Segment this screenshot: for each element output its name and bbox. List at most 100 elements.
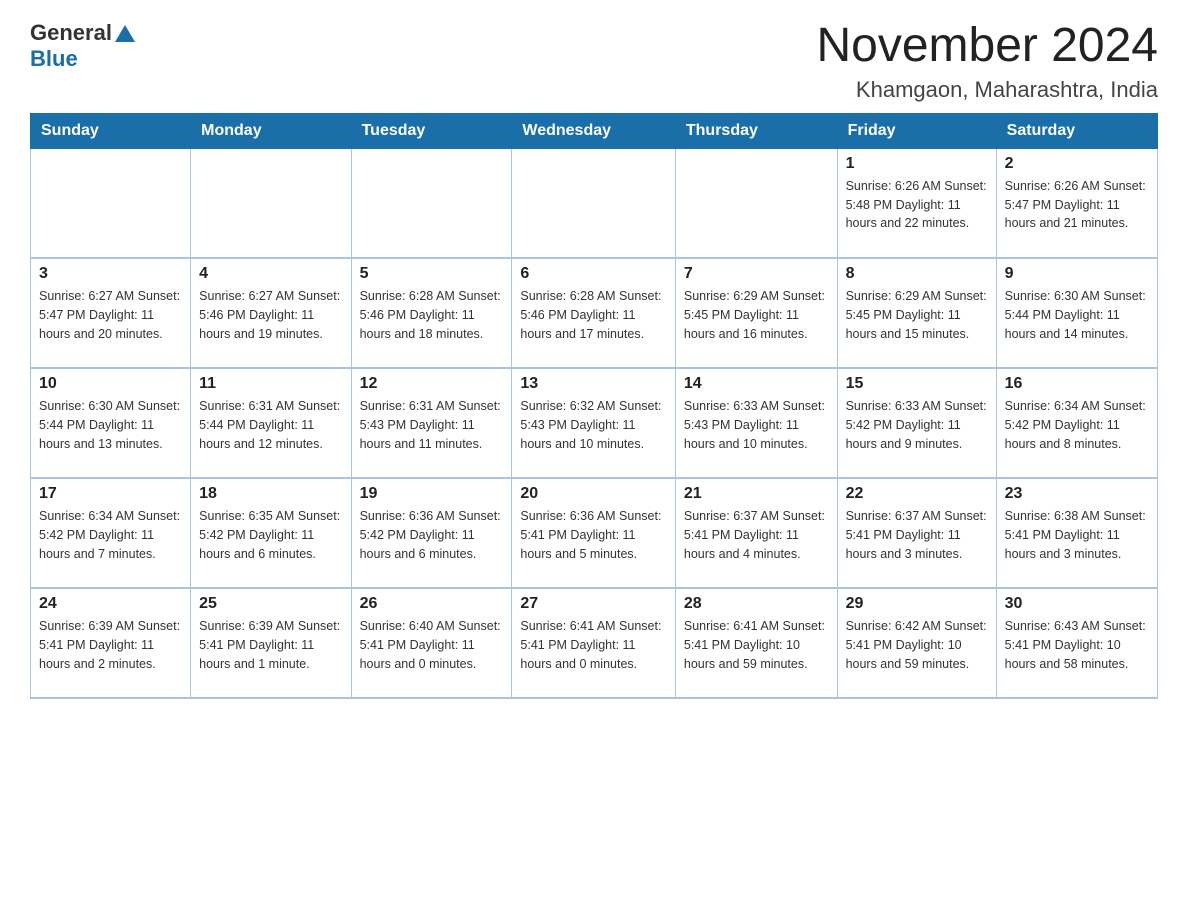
day-detail: Sunrise: 6:41 AM Sunset: 5:41 PM Dayligh… bbox=[684, 617, 829, 673]
calendar-cell: 1 Sunrise: 6:26 AM Sunset: 5:48 PM Daylig… bbox=[837, 148, 996, 258]
day-detail: Sunrise: 6:33 AM Sunset: 5:42 PM Dayligh… bbox=[846, 397, 988, 453]
day-detail: Sunrise: 6:32 AM Sunset: 5:43 PM Dayligh… bbox=[520, 397, 666, 453]
day-number: 26 bbox=[360, 595, 504, 613]
day-number: 2 bbox=[1005, 155, 1149, 173]
calendar-cell: 19 Sunrise: 6:36 AM Sunset: 5:42 PM Dayli… bbox=[351, 478, 512, 588]
day-detail: Sunrise: 6:37 AM Sunset: 5:41 PM Dayligh… bbox=[846, 507, 988, 563]
calendar-cell: 22 Sunrise: 6:37 AM Sunset: 5:41 PM Dayli… bbox=[837, 478, 996, 588]
day-detail: Sunrise: 6:31 AM Sunset: 5:43 PM Dayligh… bbox=[360, 397, 504, 453]
day-detail: Sunrise: 6:42 AM Sunset: 5:41 PM Dayligh… bbox=[846, 617, 988, 673]
day-number: 10 bbox=[39, 375, 182, 393]
title-block: November 2024 Khamgaon, Maharashtra, Ind… bbox=[816, 20, 1158, 103]
day-detail: Sunrise: 6:34 AM Sunset: 5:42 PM Dayligh… bbox=[1005, 397, 1149, 453]
calendar-header-row: SundayMondayTuesdayWednesdayThursdayFrid… bbox=[31, 113, 1158, 148]
day-number: 7 bbox=[684, 265, 829, 283]
calendar-cell: 20Sunrise: 6:36 AM Sunset: 5:41 PM Dayli… bbox=[512, 478, 675, 588]
day-detail: Sunrise: 6:28 AM Sunset: 5:46 PM Dayligh… bbox=[360, 287, 504, 343]
calendar-cell: 15 Sunrise: 6:33 AM Sunset: 5:42 PM Dayli… bbox=[837, 368, 996, 478]
day-detail: Sunrise: 6:26 AM Sunset: 5:48 PM Dayligh… bbox=[846, 177, 988, 233]
day-number: 15 bbox=[846, 375, 988, 393]
day-detail: Sunrise: 6:30 AM Sunset: 5:44 PM Dayligh… bbox=[1005, 287, 1149, 343]
calendar-cell: 7 Sunrise: 6:29 AM Sunset: 5:45 PM Daylig… bbox=[675, 258, 837, 368]
day-number: 21 bbox=[684, 485, 829, 503]
page-header: General Blue November 2024 Khamgaon, Mah… bbox=[30, 20, 1158, 103]
calendar-cell: 18Sunrise: 6:35 AM Sunset: 5:42 PM Dayli… bbox=[191, 478, 351, 588]
day-detail: Sunrise: 6:28 AM Sunset: 5:46 PM Dayligh… bbox=[520, 287, 666, 343]
day-number: 14 bbox=[684, 375, 829, 393]
calendar-cell bbox=[191, 148, 351, 258]
day-number: 3 bbox=[39, 265, 182, 283]
day-detail: Sunrise: 6:36 AM Sunset: 5:41 PM Dayligh… bbox=[520, 507, 666, 563]
day-number: 8 bbox=[846, 265, 988, 283]
day-detail: Sunrise: 6:27 AM Sunset: 5:46 PM Dayligh… bbox=[199, 287, 342, 343]
calendar-cell: 30 Sunrise: 6:43 AM Sunset: 5:41 PM Dayli… bbox=[996, 588, 1157, 698]
logo-general-text: General bbox=[30, 20, 112, 46]
calendar-cell: 17 Sunrise: 6:34 AM Sunset: 5:42 PM Dayli… bbox=[31, 478, 191, 588]
day-detail: Sunrise: 6:34 AM Sunset: 5:42 PM Dayligh… bbox=[39, 507, 182, 563]
calendar-cell: 23 Sunrise: 6:38 AM Sunset: 5:41 PM Dayli… bbox=[996, 478, 1157, 588]
day-detail: Sunrise: 6:39 AM Sunset: 5:41 PM Dayligh… bbox=[199, 617, 342, 673]
weekday-header-wednesday: Wednesday bbox=[512, 113, 675, 148]
day-number: 30 bbox=[1005, 595, 1149, 613]
calendar-cell: 13 Sunrise: 6:32 AM Sunset: 5:43 PM Dayli… bbox=[512, 368, 675, 478]
day-number: 27 bbox=[520, 595, 666, 613]
day-number: 13 bbox=[520, 375, 666, 393]
calendar-cell: 5 Sunrise: 6:28 AM Sunset: 5:46 PM Daylig… bbox=[351, 258, 512, 368]
calendar-cell bbox=[31, 148, 191, 258]
calendar-cell: 11 Sunrise: 6:31 AM Sunset: 5:44 PM Dayli… bbox=[191, 368, 351, 478]
day-number: 16 bbox=[1005, 375, 1149, 393]
calendar-cell: 4 Sunrise: 6:27 AM Sunset: 5:46 PM Daylig… bbox=[191, 258, 351, 368]
day-number: 4 bbox=[199, 265, 342, 283]
day-detail: Sunrise: 6:39 AM Sunset: 5:41 PM Dayligh… bbox=[39, 617, 182, 673]
day-number: 11 bbox=[199, 375, 342, 393]
calendar-week-row: 10 Sunrise: 6:30 AM Sunset: 5:44 PM Dayli… bbox=[31, 368, 1158, 478]
day-number: 6 bbox=[520, 265, 666, 283]
day-number: 17 bbox=[39, 485, 182, 503]
calendar-cell: 26 Sunrise: 6:40 AM Sunset: 5:41 PM Dayli… bbox=[351, 588, 512, 698]
calendar-cell: 27Sunrise: 6:41 AM Sunset: 5:41 PM Dayli… bbox=[512, 588, 675, 698]
calendar-cell: 25Sunrise: 6:39 AM Sunset: 5:41 PM Dayli… bbox=[191, 588, 351, 698]
day-detail: Sunrise: 6:43 AM Sunset: 5:41 PM Dayligh… bbox=[1005, 617, 1149, 673]
calendar-cell: 6 Sunrise: 6:28 AM Sunset: 5:46 PM Daylig… bbox=[512, 258, 675, 368]
day-detail: Sunrise: 6:37 AM Sunset: 5:41 PM Dayligh… bbox=[684, 507, 829, 563]
logo-triangle-icon bbox=[115, 25, 135, 42]
calendar-cell: 2Sunrise: 6:26 AM Sunset: 5:47 PM Daylig… bbox=[996, 148, 1157, 258]
weekday-header-monday: Monday bbox=[191, 113, 351, 148]
calendar-week-row: 3 Sunrise: 6:27 AM Sunset: 5:47 PM Daylig… bbox=[31, 258, 1158, 368]
weekday-header-sunday: Sunday bbox=[31, 113, 191, 148]
calendar-cell: 14Sunrise: 6:33 AM Sunset: 5:43 PM Dayli… bbox=[675, 368, 837, 478]
calendar-week-row: 1 Sunrise: 6:26 AM Sunset: 5:48 PM Daylig… bbox=[31, 148, 1158, 258]
day-number: 1 bbox=[846, 155, 988, 173]
day-detail: Sunrise: 6:27 AM Sunset: 5:47 PM Dayligh… bbox=[39, 287, 182, 343]
page-title: November 2024 bbox=[816, 20, 1158, 73]
logo-blue-text: Blue bbox=[30, 46, 78, 72]
day-detail: Sunrise: 6:38 AM Sunset: 5:41 PM Dayligh… bbox=[1005, 507, 1149, 563]
day-detail: Sunrise: 6:29 AM Sunset: 5:45 PM Dayligh… bbox=[846, 287, 988, 343]
calendar-cell: 28 Sunrise: 6:41 AM Sunset: 5:41 PM Dayli… bbox=[675, 588, 837, 698]
day-number: 22 bbox=[846, 485, 988, 503]
day-detail: Sunrise: 6:30 AM Sunset: 5:44 PM Dayligh… bbox=[39, 397, 182, 453]
day-number: 5 bbox=[360, 265, 504, 283]
page-subtitle: Khamgaon, Maharashtra, India bbox=[816, 77, 1158, 103]
day-number: 9 bbox=[1005, 265, 1149, 283]
calendar-cell: 8 Sunrise: 6:29 AM Sunset: 5:45 PM Daylig… bbox=[837, 258, 996, 368]
calendar-cell: 3 Sunrise: 6:27 AM Sunset: 5:47 PM Daylig… bbox=[31, 258, 191, 368]
calendar-cell: 24 Sunrise: 6:39 AM Sunset: 5:41 PM Dayli… bbox=[31, 588, 191, 698]
day-number: 24 bbox=[39, 595, 182, 613]
weekday-header-tuesday: Tuesday bbox=[351, 113, 512, 148]
day-detail: Sunrise: 6:29 AM Sunset: 5:45 PM Dayligh… bbox=[684, 287, 829, 343]
day-detail: Sunrise: 6:36 AM Sunset: 5:42 PM Dayligh… bbox=[360, 507, 504, 563]
weekday-header-saturday: Saturday bbox=[996, 113, 1157, 148]
logo: General Blue bbox=[30, 20, 135, 72]
calendar-cell bbox=[351, 148, 512, 258]
day-number: 19 bbox=[360, 485, 504, 503]
day-number: 23 bbox=[1005, 485, 1149, 503]
day-detail: Sunrise: 6:31 AM Sunset: 5:44 PM Dayligh… bbox=[199, 397, 342, 453]
day-number: 28 bbox=[684, 595, 829, 613]
calendar-cell bbox=[512, 148, 675, 258]
day-number: 12 bbox=[360, 375, 504, 393]
weekday-header-thursday: Thursday bbox=[675, 113, 837, 148]
day-detail: Sunrise: 6:40 AM Sunset: 5:41 PM Dayligh… bbox=[360, 617, 504, 673]
day-number: 29 bbox=[846, 595, 988, 613]
calendar-cell: 21 Sunrise: 6:37 AM Sunset: 5:41 PM Dayli… bbox=[675, 478, 837, 588]
